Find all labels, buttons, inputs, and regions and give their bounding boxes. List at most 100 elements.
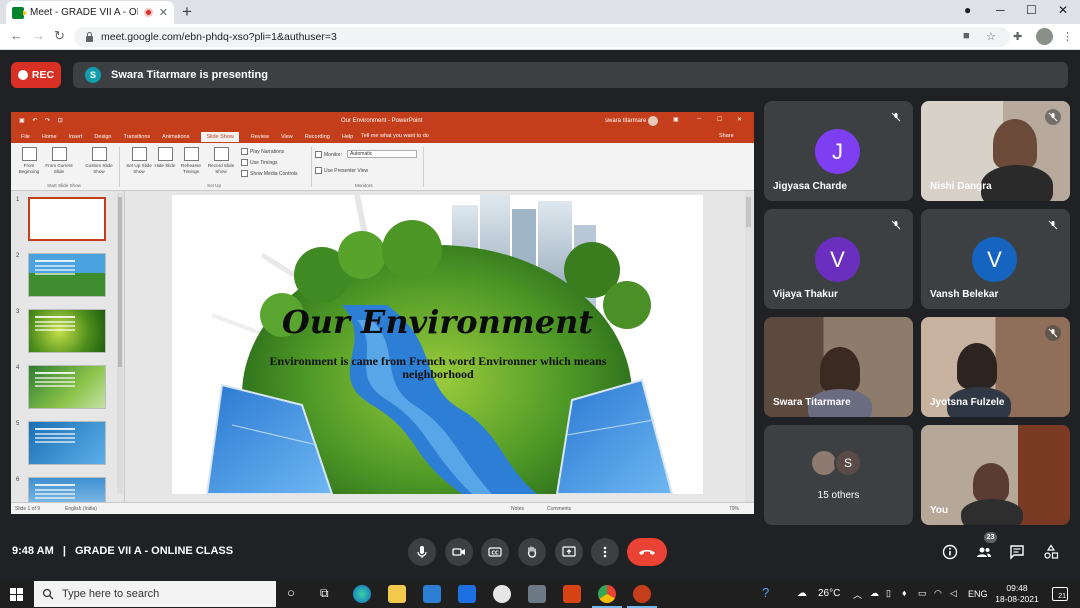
rb-from-beginning: From Beginning [13,147,45,174]
tab-close-icon[interactable]: ✕ [159,6,168,19]
raise-hand-button[interactable] [518,538,546,566]
leave-call-button[interactable] [627,538,667,566]
powerpoint-icon[interactable] [627,585,657,608]
present-screen-button[interactable] [555,538,583,566]
participant-tile[interactable]: V Vijaya Thakur [764,209,913,309]
participant-avatar: V [815,237,860,282]
thumb-number: 1 [16,197,20,203]
help-icon[interactable]: ? [762,585,769,600]
camera-button[interactable] [445,538,473,566]
participant-tile[interactable]: Jyotsna Fulzele [921,317,1070,417]
file-explorer-icon[interactable] [388,585,406,603]
chat-button[interactable] [1008,543,1026,561]
people-button[interactable] [975,543,993,561]
slide-scrollbar [745,191,753,502]
more-options-button[interactable] [591,538,619,566]
usb-icon[interactable]: ♦ [902,588,907,598]
thumb-number: 6 [16,477,20,483]
edge-browser-icon[interactable] [353,585,371,603]
pp-tab-home: Home [41,133,57,140]
app-icon[interactable] [493,585,511,603]
address-bar[interactable]: meet.google.com/ebn-phdq-xso?pli=1&authu… [74,27,1010,47]
mic-off-icon [888,217,904,233]
bookmark-star-icon[interactable]: ☆ [986,30,996,43]
meeting-details-button[interactable] [941,543,959,561]
taskbar-search[interactable]: Type here to search [34,581,276,607]
powerpoint-title-bar: ▣ ↶ ↷ ⊡ Our Environment - PowerPoint swa… [11,112,754,130]
participant-tile[interactable]: J Jigyasa Charde [764,101,913,201]
tray-overflow-icon[interactable]: ︿ [853,588,862,601]
office-icon[interactable] [563,585,581,603]
wifi-icon[interactable]: ◠ [934,588,942,599]
info-icon [942,544,958,560]
profile-avatar[interactable] [1036,28,1053,45]
participant-tile[interactable]: Swara Titarmare [764,317,913,417]
storage-icon[interactable]: ▯ [886,588,891,599]
shared-screen: ▣ ↶ ↷ ⊡ Our Environment - PowerPoint swa… [11,112,754,514]
powerpoint-window-title: Our Environment - PowerPoint [341,118,423,124]
rb-monitor-select: Automatic [347,150,417,158]
chrome-icon[interactable] [592,585,622,608]
rb-separator [119,147,120,187]
presenting-banner: S Swara Titarmare is presenting [73,62,1068,88]
camera-in-use-icon[interactable]: ■ [963,30,970,42]
others-tile[interactable]: S 15 others [764,425,913,525]
network-icon[interactable]: ☁ [870,588,879,599]
browser-tab-meet[interactable]: Meet - GRADE VII A - ONLIN ✕ [6,1,174,24]
maximize-button[interactable]: ☐ [1026,3,1037,17]
mail-icon[interactable] [423,585,441,603]
cortana-icon[interactable]: ○ [287,585,295,600]
clock-date: 18-08-2021 [995,594,1039,604]
rb-from-current: From Current Slide [43,147,75,174]
participant-tile[interactable]: Nishi Dangra [921,101,1070,201]
rb-monitor-label: Monitor: [315,151,342,158]
powerpoint-status-bar: Slide 1 of 9 English (India) Notes Comme… [11,502,754,514]
forward-arrow-icon[interactable]: → [32,28,45,43]
notification-center-icon[interactable]: 21 [1052,587,1068,601]
back-arrow-icon[interactable]: ← [10,28,23,43]
new-tab-button[interactable]: + [182,2,192,22]
slide-thumbnail [28,253,106,297]
participant-name: Jyotsna Fulzele [930,397,1005,408]
url-text: meet.google.com/ebn-phdq-xso?pli=1&authu… [101,31,337,43]
participant-name: Vijaya Thakur [773,289,838,300]
task-view-icon[interactable]: ⧉ [320,586,329,601]
minimize-button[interactable]: ─ [996,3,1005,17]
record-dot-icon [17,70,28,80]
search-placeholder: Type here to search [62,588,160,600]
microphone-button[interactable] [408,538,436,566]
self-tile[interactable]: You [921,425,1070,525]
battery-icon[interactable]: ▭ [918,588,927,599]
thumb-number: 2 [16,253,20,259]
pp-close-icon: ✕ [737,117,743,123]
pp-tab-file: File [21,133,30,140]
language-indicator[interactable]: ENG [968,589,988,599]
slide-subtitle: Environment is came from French word Env… [269,354,607,381]
activities-button[interactable] [1042,543,1060,561]
clock-time: 09:48 [1006,583,1028,593]
svg-text:CC: CC [491,551,499,557]
camera-app-icon[interactable] [528,585,546,603]
extensions-icon[interactable]: ✚ [1013,30,1022,43]
pp-minimize-icon: ─ [697,116,702,122]
volume-icon[interactable]: ◁ [950,588,957,599]
status-zoom: 70% [729,506,740,512]
thumbnail-scrollbar [117,193,123,493]
camera-icon [452,548,465,556]
mic-off-icon [1045,217,1061,233]
windows-start-icon[interactable] [10,588,23,601]
people-icon [977,547,991,557]
taskbar-clock[interactable]: 09:48 18-08-2021 [994,583,1040,605]
activities-icon [1044,544,1059,559]
captions-button[interactable]: CC [481,538,509,566]
recording-badge: REC [11,62,61,88]
browser-menu-icon[interactable]: ⋮ [1062,30,1073,43]
participant-tile[interactable]: V Vansh Belekar [921,209,1070,309]
pp-tab-recording: Recording [304,133,330,140]
dropbox-icon[interactable] [458,585,476,603]
profile-indicator-icon[interactable]: ● [964,3,971,17]
reload-icon[interactable]: ↻ [54,28,65,44]
others-avatar-group: S [810,449,862,477]
close-window-button[interactable]: ✕ [1058,3,1068,17]
weather-icon[interactable]: ☁ [797,588,807,599]
